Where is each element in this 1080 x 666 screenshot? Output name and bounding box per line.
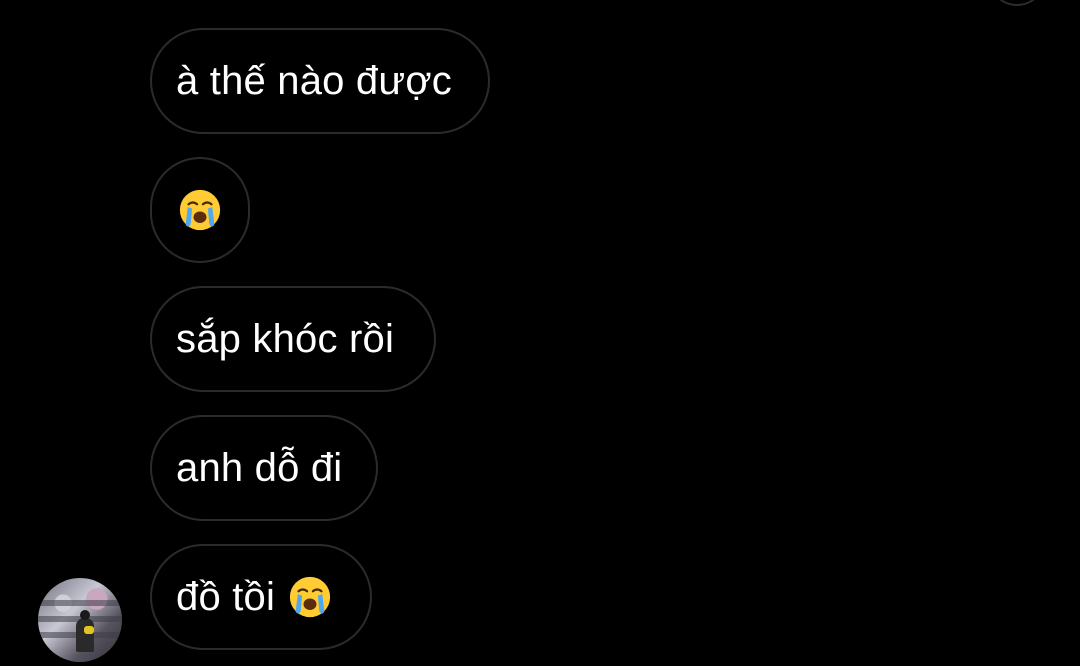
partial-icon-button[interactable] <box>988 0 1046 6</box>
message-bubble[interactable]: đồ tồi <box>150 544 372 650</box>
message-text: đồ tồi <box>176 574 276 619</box>
message-text: sắp khóc rồi <box>176 316 395 361</box>
avatar[interactable] <box>38 578 122 662</box>
loudly-crying-face-icon <box>289 576 331 618</box>
loudly-crying-face-icon <box>179 189 221 231</box>
avatar-flower <box>84 626 94 634</box>
avatar-detail <box>38 600 122 606</box>
avatar-person <box>76 618 94 652</box>
chat-thread: à thế nào được sắp khóc rồi anh dỗ đi đồ… <box>0 0 1080 666</box>
message-bubble[interactable]: à thế nào được <box>150 28 490 134</box>
message-bubble[interactable]: anh dỗ đi <box>150 415 378 521</box>
message-bubble[interactable] <box>150 157 250 263</box>
avatar-head <box>80 610 90 620</box>
message-text: anh dỗ đi <box>176 445 343 490</box>
message-text: à thế nào được <box>176 58 452 103</box>
message-bubble[interactable]: sắp khóc rồi <box>150 286 436 392</box>
